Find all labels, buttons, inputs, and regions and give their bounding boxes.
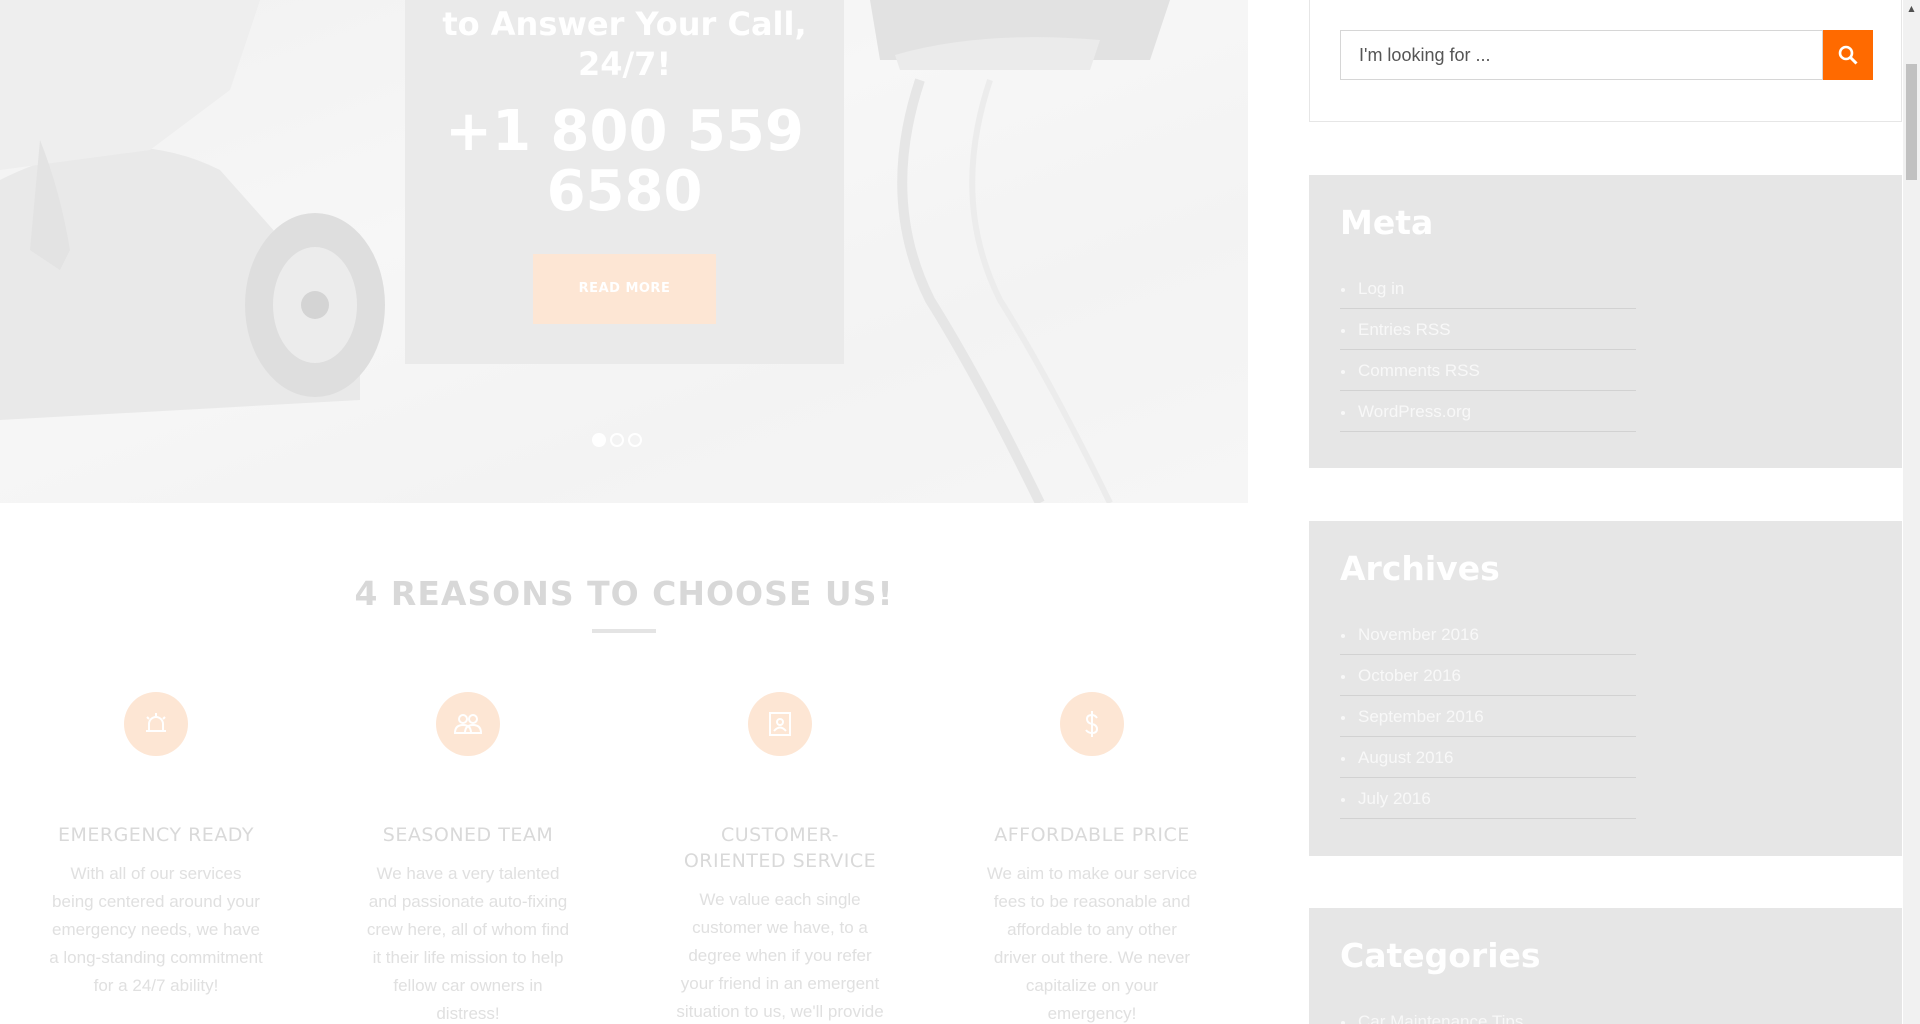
reason-title: SEASONED TEAM xyxy=(382,824,554,846)
reasons-title: 4 REASONS TO CHOOSE US! xyxy=(354,574,894,613)
scrollbar-thumb[interactable] xyxy=(1906,64,1917,180)
search-input[interactable] xyxy=(1340,30,1823,80)
dollar-icon xyxy=(1060,692,1124,756)
reason-title: EMERGENCY READY xyxy=(57,824,255,846)
widget-title: Archives xyxy=(1340,549,1500,588)
reason-text: We have a very talented and passionate a… xyxy=(366,864,570,1023)
slider-dot-1[interactable] xyxy=(592,433,606,447)
search-icon xyxy=(1838,45,1858,65)
archives-list: November 2016 October 2016 September 201… xyxy=(1340,615,1636,819)
hero-heading: to Answer Your Call, 24/7! xyxy=(442,5,807,83)
reason-affordable-price: AFFORDABLE PRICE We aim to make our serv… xyxy=(972,692,1212,1024)
hero-slider: to Answer Your Call, 24/7! +1 800 559 65… xyxy=(0,0,1248,503)
page: to Answer Your Call, 24/7! +1 800 559 65… xyxy=(0,0,1920,1024)
meta-widget: Meta Log in Entries RSS Comments RSS Wor… xyxy=(1309,175,1902,468)
slider-pagination xyxy=(592,433,642,447)
reason-title: AFFORDABLE PRICE xyxy=(994,824,1190,846)
categories-list: Car Maintenance Tips xyxy=(1340,1002,1636,1024)
archive-link[interactable]: November 2016 xyxy=(1340,615,1636,655)
read-more-button[interactable]: READ MORE xyxy=(533,254,716,324)
reason-emergency-ready: EMERGENCY READY With all of our services… xyxy=(36,692,276,1000)
hero-phone-number: +1 800 559 6580 xyxy=(445,99,804,224)
archive-link[interactable]: July 2016 xyxy=(1340,779,1636,819)
meta-link-log-in[interactable]: Log in xyxy=(1340,269,1636,309)
reasons-title-underline xyxy=(592,629,656,633)
search-button[interactable] xyxy=(1823,30,1873,80)
reason-title: CUSTOMER-ORIENTED SERVICE xyxy=(683,824,877,872)
reason-text: We value each single customer we have, t… xyxy=(676,890,884,1021)
widget-title: Categories xyxy=(1340,936,1541,975)
archive-link[interactable]: September 2016 xyxy=(1340,697,1636,737)
alarm-bell-icon xyxy=(124,692,188,756)
archive-link[interactable]: October 2016 xyxy=(1340,656,1636,696)
meta-list: Log in Entries RSS Comments RSS WordPres… xyxy=(1340,269,1636,432)
reason-text: With all of our services being centered … xyxy=(49,864,263,995)
reason-text: We aim to make our service fees to be re… xyxy=(986,864,1198,1023)
reason-seasoned-team: SEASONED TEAM We have a very talented an… xyxy=(348,692,588,1024)
categories-widget: Categories Car Maintenance Tips xyxy=(1309,908,1902,1024)
widget-title: Meta xyxy=(1340,203,1434,242)
slider-dot-3[interactable] xyxy=(628,433,642,447)
meta-link-comments-rss[interactable]: Comments RSS xyxy=(1340,351,1636,391)
archives-widget: Archives November 2016 October 2016 Sept… xyxy=(1309,521,1902,856)
search-widget xyxy=(1309,0,1902,122)
page-scrollbar[interactable]: ▲ xyxy=(1903,0,1920,1024)
slider-dot-2[interactable] xyxy=(610,433,624,447)
meta-link-entries-rss[interactable]: Entries RSS xyxy=(1340,310,1636,350)
archive-link[interactable]: August 2016 xyxy=(1340,738,1636,778)
category-link[interactable]: Car Maintenance Tips xyxy=(1340,1002,1636,1024)
customer-card-icon xyxy=(748,692,812,756)
meta-link-wordpress-org[interactable]: WordPress.org xyxy=(1340,392,1636,432)
scroll-up-arrow-icon[interactable]: ▲ xyxy=(1903,0,1920,17)
team-icon xyxy=(436,692,500,756)
reason-customer-oriented-service: CUSTOMER-ORIENTED SERVICE We value each … xyxy=(660,692,900,1024)
hero-card: to Answer Your Call, 24/7! +1 800 559 65… xyxy=(405,0,844,364)
